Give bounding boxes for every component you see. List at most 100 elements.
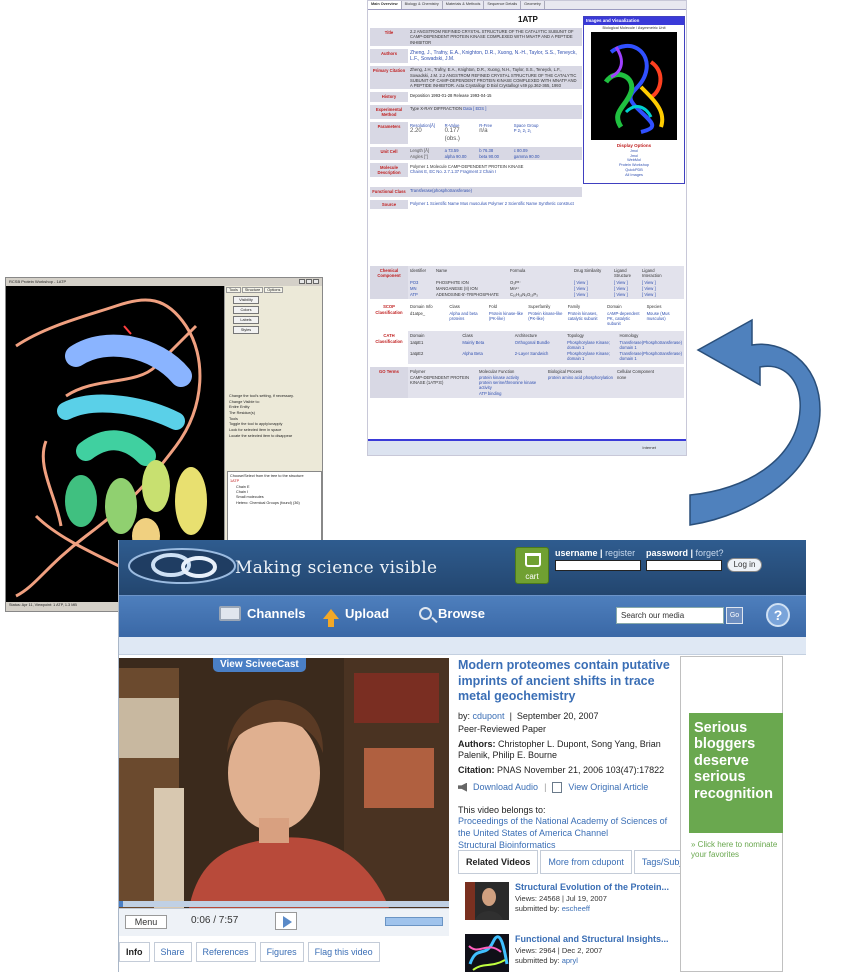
video-menu-button[interactable]: Menu [125,915,167,929]
table-cell[interactable]: [ View ] [614,286,638,291]
tab-main-overview[interactable]: Main Overview [368,1,402,9]
table-cell[interactable]: 2-Layer Sandwich [515,351,563,362]
method-links[interactable]: Data [ EDS ] [463,106,486,111]
go-term[interactable]: protein amino acid phosphorylation [548,375,613,396]
table-cell[interactable]: [ View ] [614,292,638,297]
video-player[interactable]: View SciveeCast [119,658,449,908]
search-input[interactable]: Search our media [616,607,724,624]
cart-button[interactable]: cart [515,547,549,584]
list-item[interactable]: Functional and Structural Insights... Vi… [465,934,680,972]
minimize-icon[interactable] [299,279,305,284]
table-cell[interactable]: ATP [410,292,432,297]
tab-info[interactable]: Info [119,942,150,962]
submitter-link[interactable]: apryl [562,956,578,965]
table-cell[interactable]: Alpha Beta [462,351,510,362]
ad-banner[interactable]: Serious bloggers deserve serious recogni… [689,713,783,833]
table-cell[interactable]: Transferase(Phosphotransferase) domain 1 [620,340,682,351]
help-icon[interactable]: ? [766,603,790,627]
table-head: Domain Info [410,304,433,310]
functional-value[interactable]: Transferase(phosphotransferase) [408,187,582,197]
username-field[interactable] [555,560,641,571]
volume-slider[interactable] [385,917,443,926]
video-thumbnail[interactable] [465,882,509,920]
author-link[interactable]: cdupont [473,711,505,721]
table-cell[interactable]: [ View ] [574,286,610,291]
view-sciveecast-tag[interactable]: View SciveeCast [213,658,306,672]
labels-button[interactable]: Labels [233,316,259,324]
tree-node[interactable]: Hetero: Chemical Groups (found) (36) [230,501,319,506]
styles-button[interactable]: Styles [233,326,259,334]
table-cell[interactable]: Protein kinase-like (PK-like) [528,311,563,327]
images-subheader[interactable]: Biological Molecule / Asymmetric Unit [584,26,684,31]
tab-related-videos[interactable]: Related Videos [458,850,539,874]
related-title[interactable]: Functional and Structural Insights... [515,934,669,945]
video-title[interactable]: Modern proteomes contain putative imprin… [458,658,678,705]
table-cell[interactable]: [ View ] [614,280,638,285]
display-option[interactable]: All Images [584,173,684,178]
table-cell[interactable]: PO3 [410,280,432,285]
tab-references[interactable]: References [195,942,256,962]
submitter-link[interactable]: escheeff [562,904,590,913]
table-cell[interactable]: Phosphorylase Kinase; domain 1 [567,351,615,362]
table-head: Drug Similarity [574,268,602,273]
molecule-line[interactable]: Chains E, EC No. 2.7.1.37 Fragment 2 Cha… [410,169,580,174]
structure-thumbnail[interactable] [591,32,677,141]
tab-options[interactable]: Options [264,287,284,293]
table-cell[interactable]: Protein kinases, catalytic subunit [568,311,603,327]
tab-structure[interactable]: Structure [241,287,264,293]
related-title[interactable]: Structural Evolution of the Protein... [515,882,669,893]
window-titlebar: RCSB Protein Workshop - 1ATP [6,278,322,286]
login-button[interactable]: Log in [727,558,762,572]
belongs-to: This video belongs to: Proceedings of th… [458,805,678,852]
close-icon[interactable] [313,279,319,284]
nav-browse[interactable]: Browse [419,606,485,621]
download-audio-link[interactable]: Download Audio [473,782,538,792]
table-cell[interactable]: [ View ] [642,286,666,291]
channel-link[interactable]: Proceedings of the National Academy of S… [458,816,678,839]
table-cell[interactable]: Alpha and beta proteins [449,311,484,327]
tab-biology-chemistry[interactable]: Biology & Chemistry [402,1,443,9]
table-cell[interactable]: MN [410,286,432,291]
table-cell[interactable]: Protein kinase-like (PK-like) [489,311,524,327]
authors-value[interactable]: Zheng, J., Trafny, E.A., Knighton, D.R.,… [408,49,582,64]
table-cell[interactable]: Transferase(Phosphotransferase) domain 1 [620,351,682,362]
go-term[interactable]: ATP binding [479,391,544,396]
table-cell[interactable]: Mainly Beta [462,340,510,351]
ad-nominate-link[interactable]: » Click here to nominate your favorites [691,840,781,859]
source-value: Polymer 1 Scientific Name Mus musculus P… [410,200,574,206]
table-cell[interactable]: [ View ] [642,292,666,297]
colors-button[interactable]: Colors [233,306,259,314]
list-item[interactable]: Structural Evolution of the Protein... V… [465,882,680,934]
search-go-button[interactable]: Go [726,607,743,624]
go-term[interactable]: protein serine/threonine kinase activity [479,380,544,391]
table-head: Domain [410,333,425,339]
tab-geometry[interactable]: Geometry [521,1,545,9]
table-cell[interactable]: [ View ] [574,280,610,285]
table-cell[interactable]: cAMP-dependent PK, catalytic subunit [607,311,642,327]
table-cell[interactable]: Phosphorylase Kinase; domain 1 [567,340,615,351]
tab-sequence-details[interactable]: Sequence Details [484,1,522,9]
tab-more-from-author[interactable]: More from cdupont [540,850,632,874]
scivee-logo[interactable] [127,546,237,586]
tab-flag-video[interactable]: Flag this video [307,942,380,962]
video-thumbnail[interactable] [465,934,509,972]
password-field[interactable] [646,560,722,571]
view-article-link[interactable]: View Original Article [568,782,648,792]
play-button[interactable] [275,912,297,930]
tab-materials-methods[interactable]: Materials & Methods [443,1,485,9]
nav-upload[interactable]: Upload [323,606,389,627]
tab-figures[interactable]: Figures [259,942,304,962]
table-cell[interactable]: Mouse (Mus musculus) [647,311,682,327]
option-checkbox[interactable]: Locate the selected item to disappear [229,434,320,440]
video-progress-bar[interactable] [119,901,449,907]
maximize-icon[interactable] [306,279,312,284]
tab-share[interactable]: Share [153,942,192,962]
forget-link[interactable]: forget? [696,548,724,558]
visibility-button[interactable]: Visibility [233,296,259,304]
tab-tools[interactable]: Tools [226,287,241,293]
table-cell[interactable]: [ View ] [574,292,610,297]
register-link[interactable]: register [605,548,635,558]
nav-channels[interactable]: Channels [219,606,306,621]
table-cell[interactable]: [ View ] [642,280,666,285]
table-cell[interactable]: Orthogonal Bundle [515,340,563,351]
